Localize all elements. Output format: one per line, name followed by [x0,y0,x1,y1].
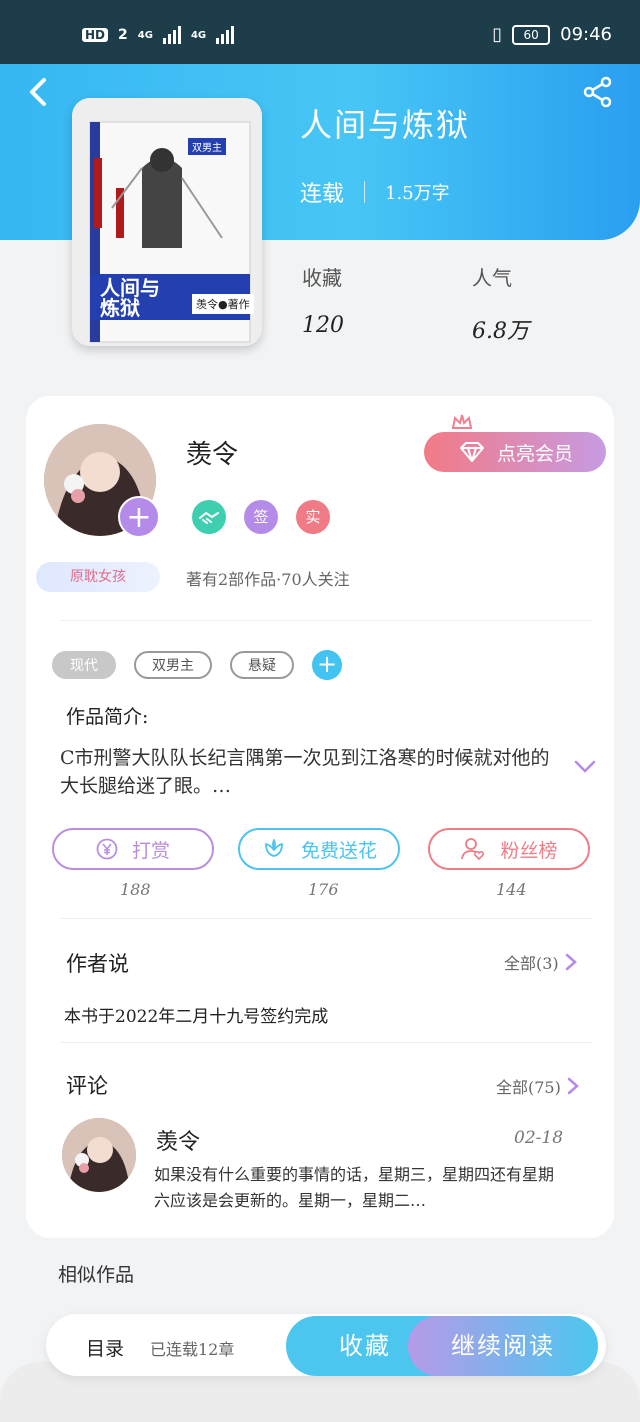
similar-works-title: 相似作品 [58,1264,135,1286]
cover-title-line2: 炼狱 [100,296,140,320]
chevron-down-icon[interactable] [574,760,596,774]
comment-author[interactable]: 羡令 [156,1124,200,1156]
reward-count: 188 [120,880,151,899]
status-bar: HD 2 4G 4G ▯ 60 09:46 [0,0,640,64]
popularity-value: 6.8万 [472,319,529,344]
favorites-value: 120 [302,313,344,338]
back-icon[interactable] [26,76,50,108]
toc-chapter-count[interactable]: 已连载12章 [150,1336,234,1360]
book-tags: 现代 双男主 悬疑 + [52,650,342,680]
user-heart-icon [461,838,485,861]
reward-label: 打赏 [131,839,170,862]
popularity-stat: 人气 6.8万 [472,262,529,345]
book-cover[interactable]: 双男主 人间与 炼狱 羡令●著作 [72,98,262,346]
author-title-badge: 原耽女孩 [36,562,160,592]
vibrate-icon: ▯ [492,24,503,45]
cover-title: 人间与 炼狱 [100,278,160,318]
fan-ranking-label: 粉丝榜 [500,839,558,862]
favorites-label: 收藏 [302,266,342,290]
book-title: 人间与炼狱 [300,106,471,144]
status-divider [364,181,366,203]
flower-icon [265,839,283,857]
book-status-line: 连载 1.5万字 [300,176,450,208]
chevron-right-icon [567,1077,579,1095]
cover-title-line1: 人间与 [100,276,160,300]
tag-suspense[interactable]: 悬疑 [230,651,294,679]
author-name[interactable]: 羡令 [186,434,238,471]
cover-badge: 双男主 [188,138,226,155]
divider [60,918,592,919]
crown-icon [451,414,473,429]
comment-avatar[interactable] [62,1118,136,1192]
yen-icon [96,838,118,860]
author-note-more[interactable]: 全部(3) [504,950,577,974]
diamond-icon [459,442,484,462]
send-flower-label: 免费送花 [300,839,377,862]
word-count: 1.5万字 [385,183,450,204]
fan-count: 144 [496,880,527,899]
chevron-right-icon [565,953,577,971]
divider [60,620,592,621]
comments-more[interactable]: 全部(75) [496,1074,579,1098]
send-flower-button[interactable]: 免费送花 [238,828,400,870]
cover-author: 羡令●著作 [192,294,254,314]
battery-icon: 60 [512,24,551,45]
signal-icon-2 [216,26,235,44]
comments-more-label: 全部(75) [496,1078,561,1097]
author-note-more-label: 全部(3) [504,954,559,973]
author-note-title: 作者说 [66,952,129,976]
handshake-icon [192,500,226,534]
intro-label: 作品简介: [66,706,149,728]
follow-author-button[interactable]: + [118,496,160,538]
vip-button[interactable]: 点亮会员 [424,432,606,472]
verified-badge: 实 [296,500,330,534]
tag-double-male[interactable]: 双男主 [134,651,212,679]
divider [60,1042,592,1043]
comment-text: 如果没有什么重要的事情的话，星期三，星期四还有星期六应该是会更新的。星期一，星期… [154,1165,555,1210]
serial-status: 连载 [300,182,345,207]
share-icon[interactable] [582,76,614,108]
author-note-text: 本书于2022年二月十九号签约完成 [64,1007,329,1027]
intro-text: C市刑警大队队长纪言隅第一次见到江洛寒的时候就对他的大长腿给迷了眼。… [60,747,550,797]
flower-count: 176 [308,880,339,899]
add-tag-button[interactable]: + [312,650,342,680]
comment-avatar-illustration [62,1118,136,1192]
reward-button[interactable]: 打赏 [52,828,214,870]
sim-badge: 2 [118,27,128,43]
toc-button[interactable]: 目录 [86,1334,124,1361]
tag-modern[interactable]: 现代 [52,651,116,679]
favorites-stat: 收藏 120 [302,262,344,338]
author-meta: 著有2部作品·70人关注 [186,570,350,589]
signed-badge: 签 [244,500,278,534]
net1-label: 4G [137,29,153,41]
hd-badge: HD [82,28,109,42]
net2-label: 4G [190,29,207,41]
comment-date: 02-18 [514,1128,564,1148]
author-badges: 签 实 [192,500,330,534]
continue-reading-button[interactable]: 继续阅读 [408,1316,598,1376]
clock: 09:46 [560,24,612,45]
fan-ranking-button[interactable]: 粉丝榜 [428,828,590,870]
signal-icon [162,26,181,44]
vip-button-label: 点亮会员 [496,442,573,465]
popularity-label: 人气 [472,266,512,290]
comments-title: 评论 [66,1074,108,1098]
